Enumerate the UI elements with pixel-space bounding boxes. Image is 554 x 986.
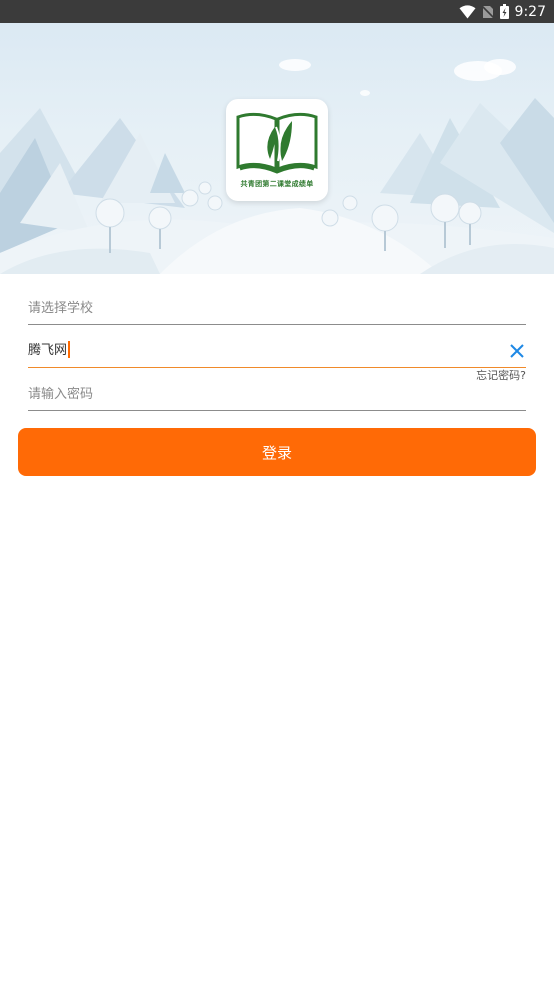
text-cursor — [68, 341, 71, 358]
username-input[interactable]: 腾飞网 — [28, 339, 71, 359]
username-value: 腾飞网 — [28, 343, 68, 358]
school-select-field[interactable]: 请选择学校 — [28, 287, 526, 325]
wifi-icon — [459, 4, 476, 18]
password-field[interactable]: 请输入密码 忘记密码? — [28, 369, 526, 411]
username-field[interactable]: 腾飞网 — [28, 330, 526, 368]
header-banner: 共青团第二课堂成绩单 — [0, 23, 554, 274]
forgot-password-link[interactable]: 忘记密码? — [476, 367, 526, 383]
battery-charging-icon — [499, 4, 509, 19]
no-sim-icon — [481, 4, 494, 19]
book-leaf-logo-icon — [236, 112, 318, 174]
login-button[interactable]: 登录 — [18, 428, 536, 476]
clear-icon[interactable] — [508, 342, 526, 360]
app-logo: 共青团第二课堂成绩单 — [226, 99, 328, 201]
status-icons: 9:27 — [459, 3, 546, 20]
login-button-label: 登录 — [261, 443, 292, 462]
logo-caption: 共青团第二课堂成绩单 — [240, 180, 314, 188]
password-placeholder: 请输入密码 — [28, 387, 94, 402]
school-select-placeholder: 请选择学校 — [28, 301, 94, 316]
status-time: 9:27 — [514, 3, 546, 20]
status-bar: 9:27 — [0, 0, 554, 23]
